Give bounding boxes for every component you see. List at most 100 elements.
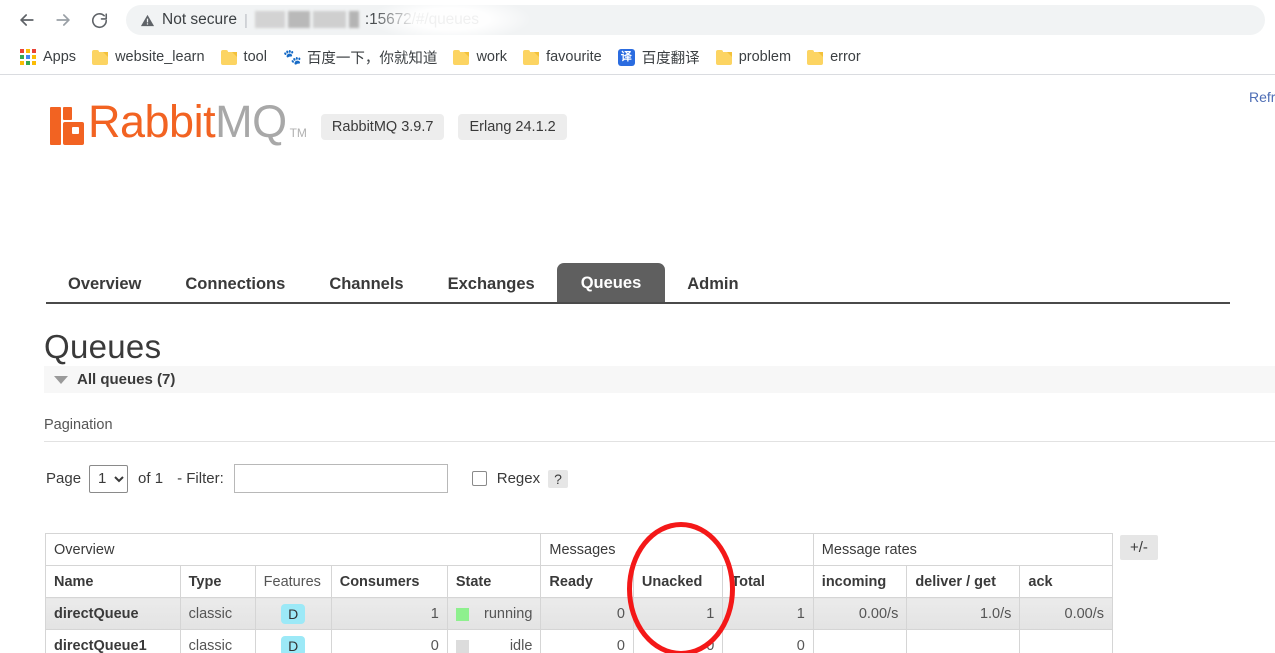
- address-bar[interactable]: Not secure | :15672/#/queues: [126, 5, 1265, 35]
- column-header-ready[interactable]: Ready: [540, 565, 634, 598]
- refresh-link[interactable]: Refresh: [1249, 89, 1275, 105]
- tab-channels[interactable]: Channels: [307, 265, 425, 303]
- bookmarks-bar: Apps website_learn tool 🐾 百度一下，你就知道 work…: [0, 40, 1275, 74]
- pagination-divider: [44, 441, 1275, 442]
- logo-text-rabbit: Rabbit: [88, 96, 216, 147]
- column-header-features: Features: [254, 565, 332, 598]
- durable-badge: D: [281, 603, 306, 624]
- column-header-name[interactable]: Name: [45, 565, 181, 598]
- group-header-messages: Messages: [540, 533, 814, 566]
- bookmark-label: error: [830, 49, 861, 65]
- cell-deliver-get: 1.0/s: [906, 597, 1021, 630]
- bookmark-error[interactable]: error: [799, 44, 869, 70]
- logo-text-mq: MQ: [215, 96, 287, 147]
- tab-connections[interactable]: Connections: [163, 265, 307, 303]
- table-group-header-row: Overview Messages Message rates: [44, 533, 1114, 566]
- folder-icon: [807, 49, 824, 65]
- url-path-text: :15672/#/queues: [364, 11, 479, 28]
- folder-icon: [92, 49, 109, 65]
- bookmark-label: problem: [738, 49, 792, 65]
- browser-chrome: Not secure | :15672/#/queues Apps websit…: [0, 0, 1275, 75]
- column-header-incoming[interactable]: incoming: [812, 565, 908, 598]
- regex-label: Regex: [496, 470, 541, 487]
- all-queues-label: All queues (7): [77, 371, 176, 388]
- group-header-overview: Overview: [44, 533, 542, 566]
- column-header-type[interactable]: Type: [179, 565, 256, 598]
- column-header-total[interactable]: Total: [722, 565, 814, 598]
- baidu-paw-icon: 🐾: [282, 48, 302, 66]
- cell-features: D: [254, 597, 332, 630]
- tab-exchanges[interactable]: Exchanges: [426, 265, 557, 303]
- state-indicator-icon: [455, 640, 469, 653]
- bookmark-baidu-translate[interactable]: 译 百度翻译: [610, 44, 708, 70]
- bookmark-tool[interactable]: tool: [213, 44, 275, 70]
- cell-name[interactable]: directQueue1: [45, 629, 181, 653]
- main-navigation: Overview Connections Channels Exchanges …: [46, 263, 1226, 303]
- folder-icon: [715, 49, 732, 65]
- warning-triangle-icon: [140, 13, 155, 28]
- all-queues-section-header[interactable]: All queues (7): [44, 366, 1275, 393]
- tab-queues[interactable]: Queues: [556, 263, 666, 303]
- filter-input[interactable]: [233, 464, 448, 493]
- erlang-version-badge: Erlang 24.1.2: [458, 114, 567, 140]
- apps-grid-icon: [20, 49, 36, 65]
- toggle-columns-button[interactable]: +/-: [1120, 535, 1158, 560]
- bookmark-favourite[interactable]: favourite: [515, 44, 610, 70]
- cell-deliver-get: [906, 629, 1021, 653]
- column-header-state[interactable]: State: [446, 565, 542, 598]
- chevron-down-icon[interactable]: [54, 375, 68, 384]
- tab-admin[interactable]: Admin: [665, 265, 760, 303]
- table-row[interactable]: directQueue classic D 1 running 0 1 1 0.…: [45, 597, 1113, 630]
- state-label: idle: [509, 637, 533, 653]
- bookmark-problem[interactable]: problem: [708, 44, 799, 70]
- page-select[interactable]: 1: [89, 464, 129, 493]
- forward-arrow-icon[interactable]: [46, 3, 80, 37]
- cell-ready: 0: [540, 629, 634, 653]
- rabbitmq-logo-icon: [50, 107, 84, 145]
- url-separator: |: [243, 11, 248, 29]
- cell-ready: 0: [540, 597, 634, 630]
- pagination-section-label: Pagination: [44, 417, 113, 433]
- regex-checkbox[interactable]: [471, 471, 487, 486]
- browser-toolbar: Not secure | :15672/#/queues: [0, 0, 1275, 40]
- page-label: Page: [46, 470, 82, 487]
- pagination-controls: Page 1 of 1 - Filter: Regex ?: [46, 464, 568, 493]
- page-count-label: of 1: [138, 470, 164, 487]
- reload-icon[interactable]: [82, 3, 116, 37]
- back-arrow-icon[interactable]: [10, 3, 44, 37]
- page-title: Queues: [44, 328, 162, 365]
- cell-type: classic: [179, 629, 256, 653]
- cell-incoming: 0.00/s: [812, 597, 908, 630]
- group-header-message-rates: Message rates: [812, 533, 1114, 566]
- column-header-unacked[interactable]: Unacked: [632, 565, 724, 598]
- cell-state: running: [446, 597, 542, 630]
- rabbitmq-logo[interactable]: Rabbit MQ TM RabbitMQ 3.9.7 Erlang 24.1.…: [50, 99, 567, 145]
- bookmark-label: 百度一下，你就知道: [306, 50, 438, 67]
- rabbitmq-version-badge: RabbitMQ 3.9.7: [320, 114, 445, 140]
- cell-state: idle: [446, 629, 542, 653]
- bookmark-baidu-search[interactable]: 🐾 百度一下，你就知道: [275, 44, 446, 70]
- rabbitmq-management-page: Refresh Rabbit MQ TM RabbitMQ 3.9.7 Erla…: [0, 75, 1275, 653]
- column-header-consumers[interactable]: Consumers: [330, 565, 448, 598]
- cell-consumers: 1: [330, 597, 448, 630]
- bookmark-website-learn[interactable]: website_learn: [84, 44, 212, 70]
- column-header-deliver-get[interactable]: deliver / get: [906, 565, 1021, 598]
- bookmark-label: tool: [243, 49, 267, 65]
- redacted-host-block: [253, 10, 365, 30]
- column-header-ack[interactable]: ack: [1019, 565, 1113, 598]
- cell-name[interactable]: directQueue: [45, 597, 181, 630]
- bookmark-label: Apps: [43, 49, 77, 65]
- folder-icon: [453, 49, 470, 65]
- cell-unacked: 1: [632, 597, 724, 630]
- bookmark-label: 百度翻译: [641, 50, 700, 67]
- folder-icon: [523, 49, 540, 65]
- bookmark-work[interactable]: work: [445, 44, 515, 70]
- bookmark-apps[interactable]: Apps: [12, 44, 84, 70]
- tab-overview[interactable]: Overview: [46, 265, 163, 303]
- filter-label: - Filter:: [177, 470, 224, 487]
- baidu-translate-icon: 译: [617, 48, 635, 66]
- table-row[interactable]: directQueue1 classic D 0 idle 0 0 0: [45, 629, 1113, 653]
- regex-help-icon[interactable]: ?: [548, 469, 568, 488]
- cell-ack: [1019, 629, 1113, 653]
- nav-underline: [46, 302, 1230, 304]
